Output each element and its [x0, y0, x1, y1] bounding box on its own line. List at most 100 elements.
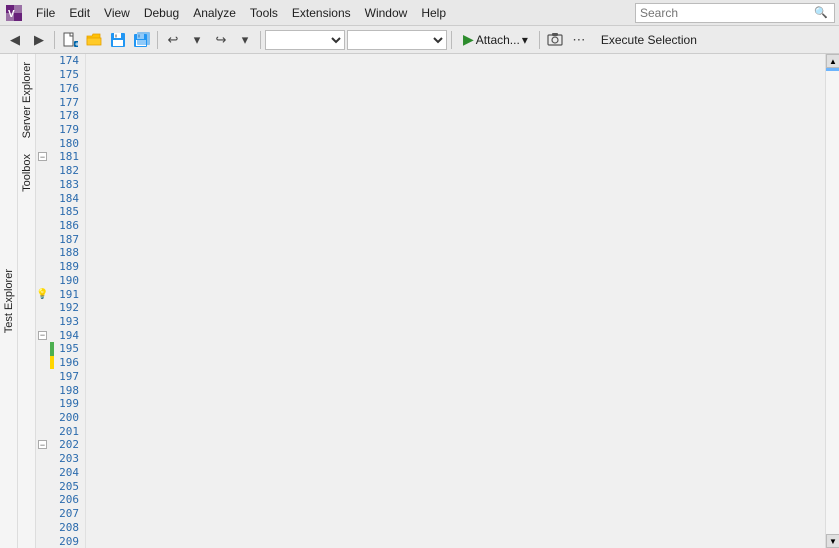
line-change-indicator	[50, 150, 54, 164]
line-num-row: 204	[36, 466, 81, 480]
line-num-row: 178	[36, 109, 81, 123]
menu-debug[interactable]: Debug	[138, 4, 185, 22]
menu-file[interactable]: File	[30, 4, 61, 22]
scroll-up-btn[interactable]: ▲	[826, 54, 839, 68]
line-change-indicator	[50, 68, 54, 82]
line-number: 174	[51, 54, 79, 67]
menu-extensions[interactable]: Extensions	[286, 4, 357, 22]
attach-button[interactable]: ▶ Attach... ▾	[456, 29, 535, 51]
line-change-indicator	[50, 246, 54, 260]
save-all-btn[interactable]	[131, 29, 153, 51]
menu-window[interactable]: Window	[359, 4, 414, 22]
platform-dropdown[interactable]	[347, 30, 447, 50]
scroll-highlight	[826, 68, 839, 71]
line-number: 191	[51, 288, 79, 301]
line-change-indicator	[50, 411, 54, 425]
line-num-row: 201	[36, 424, 81, 438]
line-num-row: 177	[36, 95, 81, 109]
line-number: 203	[51, 452, 79, 465]
line-number: 189	[51, 260, 79, 273]
line-change-indicator	[50, 479, 54, 493]
line-number: 200	[51, 411, 79, 424]
server-explorer-tab[interactable]: Server Explorer	[18, 54, 35, 146]
line-num-row: 174	[36, 54, 81, 68]
line-change-indicator	[50, 273, 54, 287]
open-btn[interactable]	[83, 29, 105, 51]
menu-tools[interactable]: Tools	[244, 4, 284, 22]
collapse-box[interactable]: −	[38, 331, 47, 340]
line-num-row: 175	[36, 68, 81, 82]
menu-analyze[interactable]: Analyze	[187, 4, 242, 22]
redo-btn[interactable]: ↪	[210, 29, 232, 51]
search-box[interactable]: 🔍	[635, 3, 835, 23]
undo-btn[interactable]: ↩	[162, 29, 184, 51]
line-number: 176	[51, 82, 79, 95]
attach-dropdown-icon: ▾	[522, 33, 528, 47]
attach-label: Attach...	[476, 33, 520, 47]
code-area: Server Explorer Toolbox 1741751761771781…	[18, 54, 839, 548]
line-change-indicator	[50, 136, 54, 150]
line-change-indicator	[50, 177, 54, 191]
line-number: 175	[51, 68, 79, 81]
line-number: 185	[51, 205, 79, 218]
line-number: 184	[51, 192, 79, 205]
line-number: 179	[51, 123, 79, 136]
svg-text:+: +	[75, 41, 78, 48]
line-change-indicator	[50, 438, 54, 452]
test-explorer-label: Test Explorer	[3, 269, 15, 333]
forward-btn[interactable]: ▶	[28, 29, 50, 51]
test-explorer-panel[interactable]: Test Explorer	[0, 54, 18, 548]
line-change-indicator	[50, 232, 54, 246]
line-number: 188	[51, 246, 79, 259]
line-number: 192	[51, 301, 79, 314]
line-number: 201	[51, 425, 79, 438]
editor-content[interactable]	[86, 54, 825, 548]
scroll-down-btn[interactable]: ▼	[826, 534, 839, 548]
line-number: 208	[51, 521, 79, 534]
menu-help[interactable]: Help	[415, 4, 452, 22]
camera-btn[interactable]	[544, 29, 566, 51]
search-input[interactable]	[636, 6, 811, 20]
line-num-row: 179	[36, 123, 81, 137]
side-tabs: Server Explorer Toolbox	[18, 54, 36, 548]
line-change-indicator	[50, 424, 54, 438]
scroll-track[interactable]	[826, 68, 839, 534]
undo-dropdown[interactable]: ▾	[186, 29, 208, 51]
line-number: 194	[51, 329, 79, 342]
line-change-indicator	[50, 81, 54, 95]
line-change-indicator	[50, 287, 54, 301]
line-number: 202	[51, 438, 79, 451]
execute-selection-button[interactable]: Execute Selection	[592, 29, 706, 51]
line-change-indicator	[50, 218, 54, 232]
line-num-row: −202	[36, 438, 81, 452]
line-number: 181	[51, 150, 79, 163]
line-number: 186	[51, 219, 79, 232]
line-number: 182	[51, 164, 79, 177]
lightbulb-icon[interactable]: 💡	[36, 289, 48, 300]
collapse-box[interactable]: −	[38, 152, 47, 161]
toolbox-tab[interactable]: Toolbox	[18, 146, 35, 200]
redo-dropdown[interactable]: ▾	[234, 29, 256, 51]
svg-text:V: V	[8, 9, 15, 20]
line-num-row: 176	[36, 81, 81, 95]
config-dropdown[interactable]	[265, 30, 345, 50]
new-file-btn[interactable]: +	[59, 29, 81, 51]
sep3	[260, 31, 261, 49]
line-num-row: 188	[36, 246, 81, 260]
menu-view[interactable]: View	[98, 4, 136, 22]
search-icon[interactable]: 🔍	[811, 3, 831, 23]
extra-btn[interactable]: ⋯	[568, 29, 590, 51]
line-number: 178	[51, 109, 79, 122]
right-scrollbar[interactable]: ▲ ▼	[825, 54, 839, 548]
line-change-indicator	[50, 191, 54, 205]
line-change-indicator	[50, 520, 54, 534]
line-change-indicator	[50, 369, 54, 383]
line-num-row: 182	[36, 164, 81, 178]
save-btn[interactable]	[107, 29, 129, 51]
line-number: 204	[51, 466, 79, 479]
back-btn[interactable]: ◀	[4, 29, 26, 51]
menu-edit[interactable]: Edit	[63, 4, 96, 22]
line-num-row: 💡191	[36, 287, 81, 301]
line-num-row: 205	[36, 479, 81, 493]
collapse-box[interactable]: −	[38, 440, 47, 449]
